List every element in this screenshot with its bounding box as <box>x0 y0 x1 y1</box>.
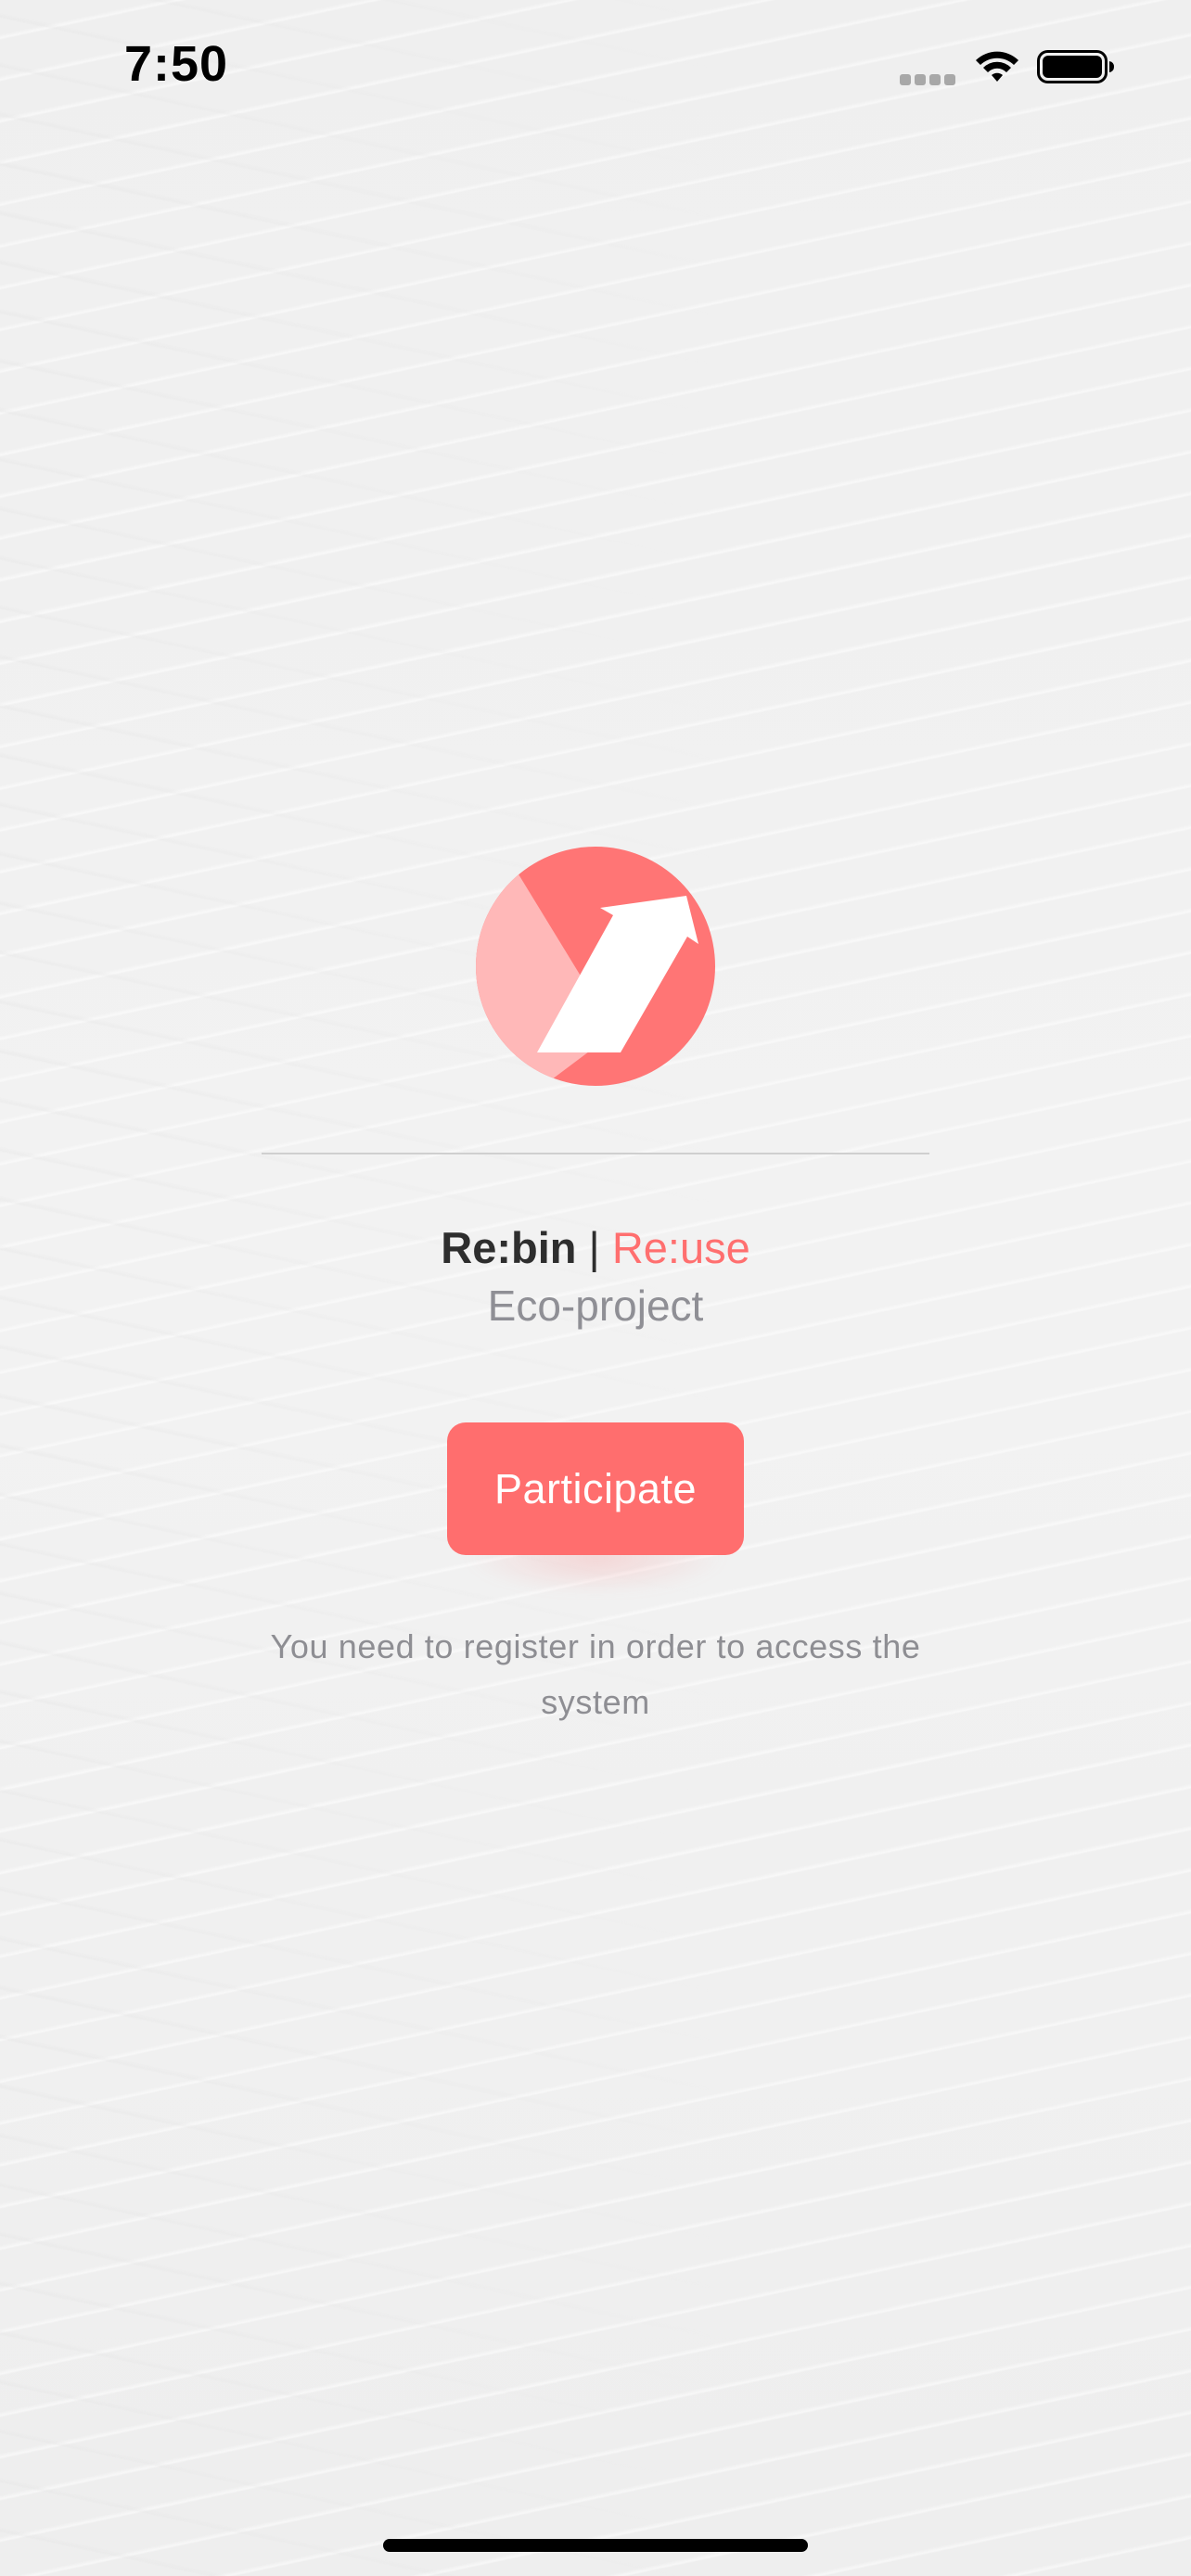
status-bar: 7:50 <box>0 0 1191 130</box>
brand-title: Re:bin | Re:use <box>0 1220 1191 1276</box>
brand-separator: | <box>588 1223 600 1272</box>
status-time: 7:50 <box>124 36 229 92</box>
wifi-icon <box>976 51 1018 82</box>
participate-button[interactable]: Participate <box>447 1422 744 1555</box>
register-info-text: You need to register in order to access … <box>270 1627 921 1721</box>
home-indicator[interactable] <box>383 2539 808 2552</box>
rebin-logo-icon <box>476 847 715 1086</box>
divider <box>262 1153 929 1154</box>
brand-subtitle: Eco-project <box>487 1282 704 1330</box>
brand-tagline: Re:use <box>611 1223 750 1272</box>
signal-dots-icon <box>900 74 957 85</box>
brand-name: Re:bin <box>441 1223 577 1272</box>
battery-icon <box>1037 50 1114 83</box>
